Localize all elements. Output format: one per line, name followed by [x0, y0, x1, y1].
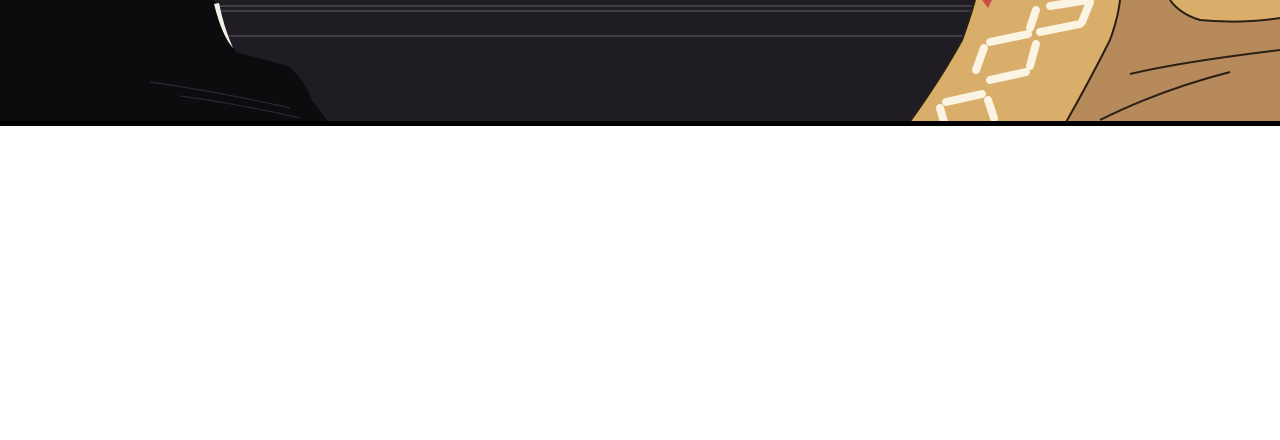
comic-panel — [0, 0, 1280, 126]
panel-illustration — [0, 0, 1280, 126]
comic-page — [0, 0, 1280, 440]
page-gutter — [0, 126, 1280, 440]
